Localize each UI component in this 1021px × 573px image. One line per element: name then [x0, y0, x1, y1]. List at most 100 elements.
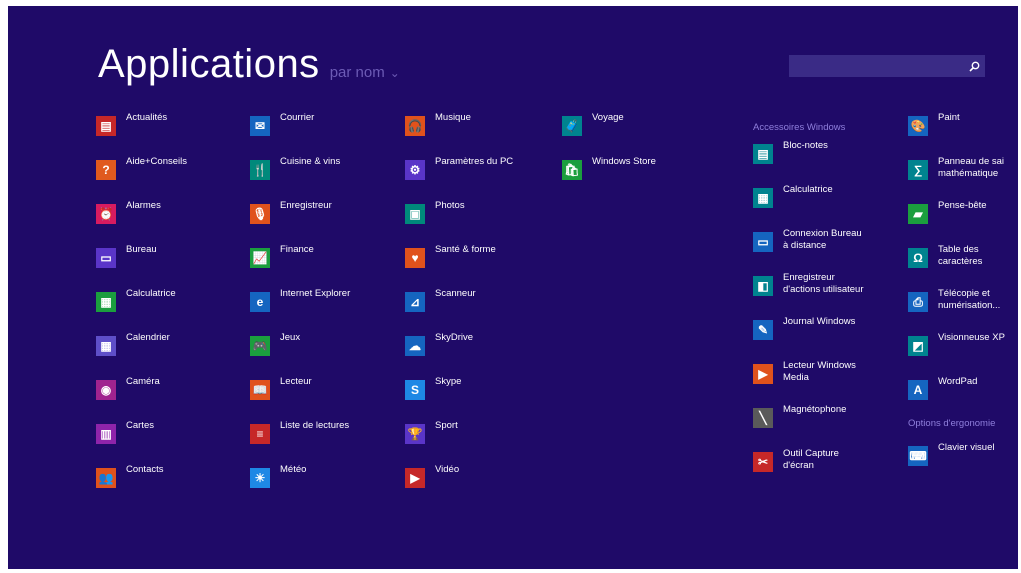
app-tile[interactable]: ▤ Bloc-notes [753, 138, 865, 182]
gamepad-icon: 🎮 [250, 336, 270, 356]
app-tile[interactable]: ▤ Actualités [96, 110, 187, 154]
charmap-icon: Ω [908, 248, 928, 268]
app-tile-label: Windows Store [592, 156, 656, 167]
app-tile-label: Scanneur [435, 288, 476, 299]
app-tile[interactable]: ⚙ Paramètres du PC [405, 154, 513, 198]
xps-viewer-icon: ◩ [908, 336, 928, 356]
app-tile[interactable]: 🎧 Musique [405, 110, 513, 154]
app-tile-label: Outil Capture d'écran [783, 448, 839, 471]
fax-scan-icon: ⎙ [908, 292, 928, 312]
app-tile[interactable]: ∑ Panneau de sai mathématique [908, 154, 1008, 198]
app-tile[interactable]: Ω Table des caractères [908, 242, 1008, 286]
skype-icon: S [405, 380, 425, 400]
reader-icon: 📖 [250, 380, 270, 400]
app-tile[interactable]: ≡ Liste de lectures [250, 418, 350, 462]
app-tile-label: Magnétophone [783, 404, 847, 415]
app-tile-label: Calculatrice [783, 184, 833, 195]
search-box[interactable] [789, 55, 985, 77]
snipping-tool-icon: ✂ [753, 452, 773, 472]
cloud-icon: ☁ [405, 336, 425, 356]
app-tile-label: Aide+Conseils [126, 156, 187, 167]
app-tile[interactable]: e Internet Explorer [250, 286, 350, 330]
header: Applications par nom ⌄ [98, 42, 400, 87]
app-tile[interactable]: 🎮 Jeux [250, 330, 350, 374]
app-tile[interactable]: ☁ SkyDrive [405, 330, 513, 374]
app-tile[interactable]: 👥 Contacts [96, 462, 187, 506]
photos-icon: ▣ [405, 204, 425, 224]
group-header-ease-of-access[interactable]: Options d'ergonomie [908, 412, 1008, 440]
app-tile[interactable]: ▦ Calendrier [96, 330, 187, 374]
app-column-1: ▤ Actualités? Aide+Conseils ⏰ Alarmes ▭ Bureau… [96, 110, 187, 506]
app-tile[interactable]: S Skype [405, 374, 513, 418]
video-icon: ▶ [405, 468, 425, 488]
app-tile[interactable]: 🎙 Enregistreur [250, 198, 350, 242]
app-tile[interactable]: ▶ Lecteur Windows Media [753, 358, 865, 402]
app-tile[interactable]: 🍴 Cuisine & vins [250, 154, 350, 198]
app-tile[interactable]: 📈 Finance [250, 242, 350, 286]
app-tile[interactable]: 🛍 Windows Store [562, 154, 656, 198]
app-tile[interactable]: ⎙ Télécopie et numérisation... [908, 286, 1008, 330]
sort-dropdown[interactable]: par nom ⌄ [330, 64, 400, 81]
app-tile[interactable]: ⏰ Alarmes [96, 198, 187, 242]
accessories-column: Accessoires Windows ▤ Bloc-notes ▦ Calculat… [753, 110, 865, 490]
calculator-icon: ▦ [96, 292, 116, 312]
group-header-accessories[interactable]: Accessoires Windows [753, 110, 865, 138]
page-title: Applications [98, 42, 320, 86]
search-input[interactable] [789, 55, 963, 77]
app-tile-label: Santé & forme [435, 244, 496, 255]
app-tile-label: Alarmes [126, 200, 161, 211]
app-tile-label: Enregistreur d'actions utilisateur [783, 272, 864, 295]
search-icon[interactable] [963, 55, 985, 77]
app-tile[interactable]: ◧ Enregistreur d'actions utilisateur [753, 270, 865, 314]
reading-list-icon: ≡ [250, 424, 270, 444]
remote-desktop-icon: ▭ [753, 232, 773, 252]
app-column-3: 🎧 Musique ⚙ Paramètres du PC ▣ Photos ♥ Santé &… [405, 110, 513, 506]
app-tile[interactable]: ⌨ Clavier visuel [908, 440, 1008, 484]
app-tile-label: Clavier visuel [938, 442, 995, 453]
calculator-icon: ▦ [753, 188, 773, 208]
wordpad-icon: A [908, 380, 928, 400]
app-tile-label: Calendrier [126, 332, 170, 343]
store-icon: 🛍 [562, 160, 582, 180]
app-tile[interactable]: 🎨 Paint [908, 110, 1008, 154]
accessories-column-right: 🎨 Paint ∑ Panneau de sai mathématique ▰ Pense… [908, 110, 1008, 484]
app-tile-label: Photos [435, 200, 465, 211]
sticky-notes-icon: ▰ [908, 204, 928, 224]
app-tile[interactable]: ▭ Bureau [96, 242, 187, 286]
app-tile-label: Bureau [126, 244, 157, 255]
app-tile-label: Voyage [592, 112, 624, 123]
app-tile[interactable]: ? Aide+Conseils [96, 154, 187, 198]
mail-icon: ✉ [250, 116, 270, 136]
app-tile[interactable]: ▦ Calculatrice [96, 286, 187, 330]
app-tile-label: Musique [435, 112, 471, 123]
app-tile[interactable]: ▭ Connexion Bureau à distance [753, 226, 865, 270]
app-tile[interactable]: ◩ Visionneuse XP [908, 330, 1008, 374]
app-tile[interactable]: ☀ Météo [250, 462, 350, 506]
app-tile-label: Visionneuse XP [938, 332, 1005, 343]
app-tile[interactable]: 🧳 Voyage [562, 110, 656, 154]
app-tile[interactable]: 📖 Lecteur [250, 374, 350, 418]
app-tile[interactable]: ▦ Calculatrice [753, 182, 865, 226]
app-tile[interactable]: 🏆 Sport [405, 418, 513, 462]
app-tile[interactable]: ▰ Pense-bête [908, 198, 1008, 242]
app-tile[interactable]: ✂ Outil Capture d'écran [753, 446, 865, 490]
app-tile[interactable]: ▣ Photos [405, 198, 513, 242]
maps-icon: ▥ [96, 424, 116, 444]
app-tile[interactable]: ▥ Cartes [96, 418, 187, 462]
app-tile[interactable]: ▶ Vidéo [405, 462, 513, 506]
app-tile-label: Cuisine & vins [280, 156, 341, 167]
app-tile[interactable]: ◉ Caméra [96, 374, 187, 418]
app-tile[interactable]: ✎ Journal Windows [753, 314, 865, 358]
app-tile[interactable]: ✉ Courrier [250, 110, 350, 154]
app-tile-label: Lecteur Windows Media [783, 360, 856, 383]
app-tile[interactable]: ♥ Santé & forme [405, 242, 513, 286]
app-tile[interactable]: ╲ Magnétophone [753, 402, 865, 446]
start-apps-view: Applications par nom ⌄ ▤ Actualités? Aide+… [8, 6, 1018, 569]
app-tile-label: Skype [435, 376, 462, 387]
app-tile-label: Bloc-notes [783, 140, 828, 151]
app-tile[interactable]: ⊿ Scanneur [405, 286, 513, 330]
microphone-icon: 🎙 [250, 204, 270, 224]
app-tile-label: Courrier [280, 112, 315, 123]
ie-icon: e [250, 292, 270, 312]
app-tile-label: Journal Windows [783, 316, 856, 327]
